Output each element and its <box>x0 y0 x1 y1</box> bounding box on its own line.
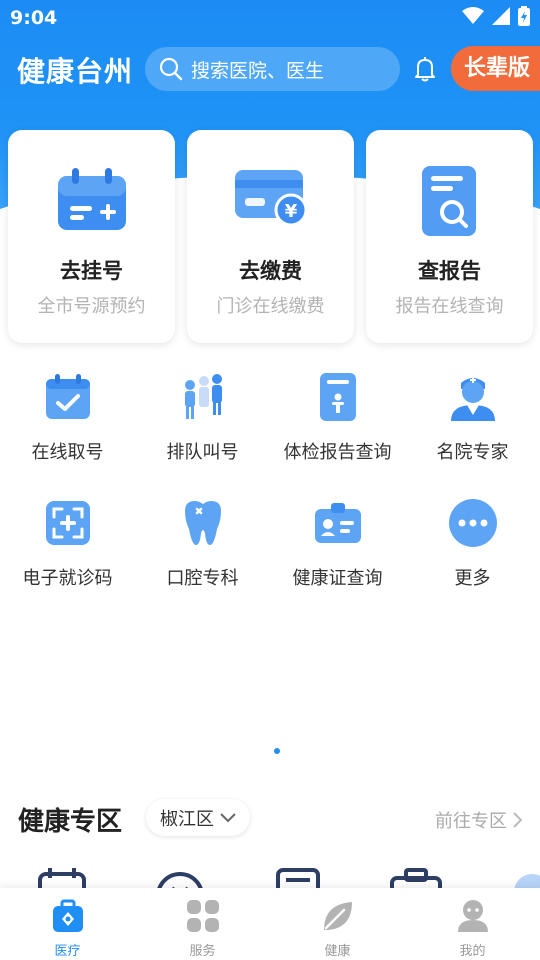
zone-link-label: 前往专区 <box>435 811 507 832</box>
checkup-report-icon <box>319 373 356 421</box>
service-label: 排队叫号 <box>166 442 239 463</box>
zone-icon-strip <box>38 868 540 890</box>
tab-label: 健康 <box>324 944 351 959</box>
more-icon <box>448 499 497 547</box>
main-cards: 去挂号 全市号源预约 ¥ 去缴费 门诊在线缴费 查报告 报告在线查询 <box>8 130 534 343</box>
search-input[interactable]: 搜索医院、医生 <box>145 47 400 91</box>
service-grid: 在线取号 排队叫号 体检报告查询 名院专家 电子就诊码 口腔专科 健康证查询 更… <box>0 365 540 617</box>
card-title: 查报告 <box>418 259 481 283</box>
health-cert-icon <box>314 503 361 543</box>
go-to-zone-link[interactable]: 前往专区 <box>435 807 522 833</box>
health-zone-title: 健康专区 <box>18 807 123 837</box>
service-label: 更多 <box>454 568 491 589</box>
chevron-down-icon <box>220 812 236 822</box>
service-more[interactable]: 更多 <box>405 491 540 617</box>
bell-icon[interactable] <box>410 54 440 84</box>
service-checkup-report[interactable]: 体检报告查询 <box>270 365 405 491</box>
card-subtitle: 报告在线查询 <box>395 296 504 317</box>
report-search-icon <box>421 166 476 236</box>
leaf-icon <box>323 902 352 930</box>
service-health-cert[interactable]: 健康证查询 <box>270 491 405 617</box>
signal-icon <box>492 7 510 25</box>
service-label: 健康证查询 <box>292 568 383 589</box>
health-zone-icons <box>0 866 540 890</box>
service-online-ticket[interactable]: 在线取号 <box>0 365 135 491</box>
grid-icon <box>186 900 219 932</box>
app-title: 健康台州 <box>17 55 134 88</box>
doctor-icon <box>450 377 495 421</box>
service-e-code[interactable]: 电子就诊码 <box>0 491 135 617</box>
card-title: 去缴费 <box>239 259 302 283</box>
tooth-icon <box>184 501 221 545</box>
queue-people-icon <box>184 374 222 419</box>
wifi-icon <box>462 7 484 24</box>
tab-label: 服务 <box>189 944 216 959</box>
card-report[interactable]: 查报告 报告在线查询 <box>366 130 533 343</box>
card-yuan-icon: ¥ <box>234 170 307 226</box>
status-time: 9:04 <box>10 7 58 29</box>
elder-mode-button[interactable]: 长辈版 <box>451 46 540 91</box>
scan-code-icon <box>45 501 90 545</box>
tab-label: 医疗 <box>54 944 81 959</box>
service-queue[interactable]: 排队叫号 <box>135 365 270 491</box>
health-zone-header: 健康专区 椒江区 前往专区 <box>0 795 540 841</box>
service-label: 电子就诊码 <box>22 568 113 589</box>
service-label: 口腔专科 <box>166 568 239 589</box>
calendar-plus-icon <box>57 168 126 230</box>
service-label: 名院专家 <box>436 442 509 463</box>
tab-medical[interactable]: 医疗 <box>0 888 135 960</box>
bottom-tab-bar: 医疗 服务 健康 我的 <box>0 888 540 960</box>
card-title: 去挂号 <box>60 259 123 283</box>
district-selector[interactable]: 椒江区 <box>146 799 250 836</box>
medical-kit-icon <box>52 899 83 932</box>
card-register[interactable]: 去挂号 全市号源预约 <box>8 130 175 343</box>
tab-label: 我的 <box>459 944 486 959</box>
status-icons <box>462 6 530 26</box>
calendar-check-icon <box>45 374 90 419</box>
top-bar: 健康台州 搜索医院、医生 长辈版 <box>0 46 540 92</box>
service-label: 体检报告查询 <box>283 442 392 463</box>
search-icon <box>159 57 183 81</box>
tab-health[interactable]: 健康 <box>270 888 405 960</box>
battery-icon <box>518 6 530 26</box>
search-placeholder: 搜索医院、医生 <box>191 59 325 82</box>
chevron-right-icon <box>513 812 522 828</box>
tab-mine[interactable]: 我的 <box>405 888 540 960</box>
district-label: 椒江区 <box>160 808 214 830</box>
status-bar: 9:04 <box>0 0 540 36</box>
tab-services[interactable]: 服务 <box>135 888 270 960</box>
card-subtitle: 全市号源预约 <box>37 296 146 317</box>
service-label: 在线取号 <box>31 442 104 463</box>
svg-text:¥: ¥ <box>284 201 297 222</box>
service-dental[interactable]: 口腔专科 <box>135 491 270 617</box>
card-subtitle: 门诊在线缴费 <box>216 296 325 317</box>
profile-icon <box>457 900 488 932</box>
card-payment[interactable]: ¥ 去缴费 门诊在线缴费 <box>187 130 354 343</box>
service-experts[interactable]: 名院专家 <box>405 365 540 491</box>
page-indicator-dot <box>274 748 280 754</box>
